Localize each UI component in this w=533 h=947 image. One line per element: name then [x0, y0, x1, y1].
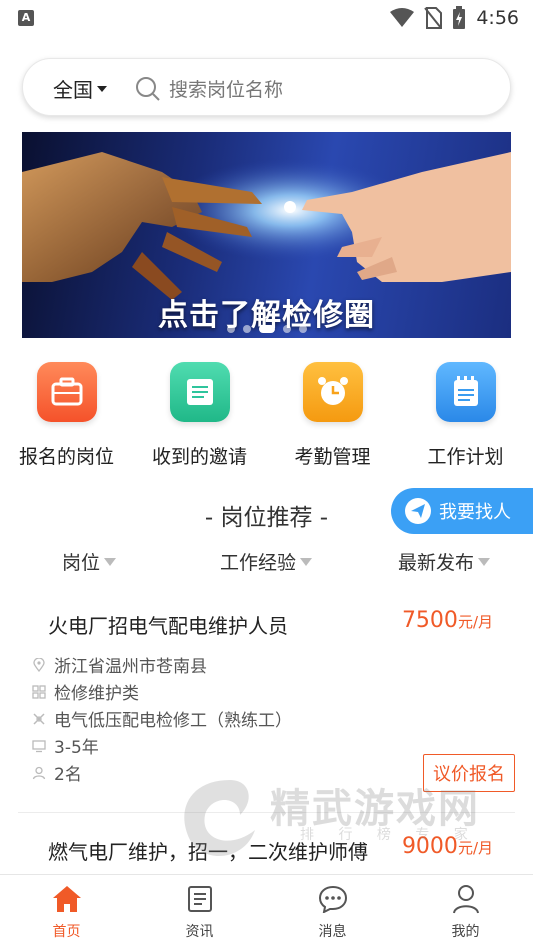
dropdown-triangle-icon	[104, 557, 117, 566]
category-text: 检修维护类	[54, 684, 139, 704]
region-selector[interactable]: 全国	[53, 74, 107, 103]
job-experience: 3-5年	[32, 733, 99, 758]
quick-action-label: 收到的邀请	[151, 446, 247, 468]
message-icon	[317, 883, 349, 915]
tools-icon	[33, 712, 45, 725]
carousel-dot	[282, 325, 291, 333]
tab-label: 首页	[52, 924, 81, 940]
profile-icon	[450, 883, 482, 915]
carousel-indicator	[22, 325, 511, 333]
filter-latest[interactable]: 最新发布	[398, 548, 491, 575]
location-pin-icon	[33, 657, 45, 672]
carousel-dot	[226, 325, 235, 333]
quick-action-label: 考勤管理	[294, 446, 371, 468]
search-bar[interactable]: 全国 搜索岗位名称	[22, 58, 511, 116]
bottom-tab-bar: 首页 资讯 消息 我的	[0, 874, 533, 947]
document-icon	[169, 362, 230, 422]
filter-label: 工作经验	[220, 552, 297, 574]
quick-action-invitations[interactable]: 收到的邀请	[133, 362, 266, 469]
negotiate-apply-button[interactable]: 议价报名	[423, 754, 515, 792]
filter-label: 岗位	[62, 552, 101, 574]
tab-profile[interactable]: 我的	[399, 883, 532, 941]
job-headcount: 2名	[32, 760, 82, 785]
carousel-dot-active	[258, 325, 275, 333]
search-input[interactable]: 搜索岗位名称	[169, 75, 283, 102]
tab-label: 我的	[451, 924, 480, 940]
monitor-icon	[32, 739, 46, 752]
briefcase-icon	[36, 362, 97, 422]
filter-bar: 岗位 工作经验 最新发布	[0, 548, 533, 576]
salary-amount: 9000	[401, 834, 458, 859]
location-text: 浙江省温州市苍南县	[54, 657, 207, 677]
region-label: 全国	[53, 78, 93, 102]
salary-amount: 7500	[401, 608, 458, 633]
quick-action-work-plan[interactable]: 工作计划	[399, 362, 532, 469]
search-icon	[136, 77, 160, 101]
quick-action-label: 工作计划	[427, 446, 504, 468]
job-title: 燃气电厂维护，招一，二次维护师傅	[48, 840, 368, 864]
skill-text: 电气低压配电检修工（熟练工）	[54, 711, 292, 731]
salary-unit: 元/月	[457, 613, 493, 631]
news-icon	[184, 883, 216, 915]
job-category: 检修维护类	[32, 679, 139, 704]
tab-messages[interactable]: 消息	[266, 883, 399, 941]
find-people-button[interactable]: 我要找人	[391, 488, 533, 534]
notepad-icon	[435, 362, 496, 422]
no-sim-icon	[424, 7, 443, 29]
status-bar: A 4:56	[0, 0, 533, 36]
tab-news[interactable]: 资讯	[133, 883, 266, 941]
dropdown-triangle-icon	[478, 557, 491, 566]
dropdown-triangle-icon	[300, 557, 313, 566]
job-card[interactable]: 火电厂招电气配电维护人员 7500元/月 浙江省温州市苍南县 检修维护类 电气低…	[18, 608, 515, 792]
status-icons: 4:56	[390, 6, 519, 30]
battery-charging-icon	[453, 6, 466, 29]
person-icon	[32, 766, 46, 779]
home-icon	[51, 883, 83, 915]
app-notification-icon: A	[18, 10, 34, 26]
paper-plane-icon	[405, 498, 431, 524]
job-salary: 7500元/月	[402, 608, 493, 633]
job-salary: 9000元/月	[402, 834, 493, 859]
filter-label: 最新发布	[398, 552, 475, 574]
job-title: 火电厂招电气配电维护人员	[48, 614, 288, 638]
filter-experience[interactable]: 工作经验	[220, 548, 313, 575]
chevron-down-icon	[97, 85, 107, 92]
tab-label: 消息	[318, 924, 347, 940]
quick-action-attendance[interactable]: 考勤管理	[266, 362, 399, 469]
headcount-text: 2名	[54, 765, 82, 785]
alarm-clock-icon	[302, 362, 363, 422]
divider	[18, 812, 515, 813]
find-people-label: 我要找人	[439, 502, 511, 523]
clock-time: 4:56	[476, 7, 519, 29]
job-card[interactable]: 燃气电厂维护，招一，二次维护师傅 9000元/月	[18, 834, 515, 872]
experience-text: 3-5年	[54, 738, 99, 758]
carousel-dot	[242, 325, 251, 333]
tab-home[interactable]: 首页	[0, 883, 133, 941]
banner-carousel[interactable]: 点击了解检修圈	[22, 132, 511, 338]
carousel-dot	[298, 325, 307, 333]
job-skill: 电气低压配电检修工（熟练工）	[32, 706, 292, 731]
quick-action-applied-jobs[interactable]: 报名的岗位	[0, 362, 133, 469]
quick-action-label: 报名的岗位	[18, 446, 114, 468]
salary-unit: 元/月	[457, 839, 493, 857]
wifi-icon	[390, 8, 415, 27]
grid-icon	[32, 684, 46, 699]
quick-actions: 报名的岗位 收到的邀请 考勤管理 工作计划	[0, 362, 533, 472]
tab-label: 资讯	[185, 924, 214, 940]
filter-position[interactable]: 岗位	[62, 548, 117, 575]
job-location: 浙江省温州市苍南县	[32, 652, 207, 677]
